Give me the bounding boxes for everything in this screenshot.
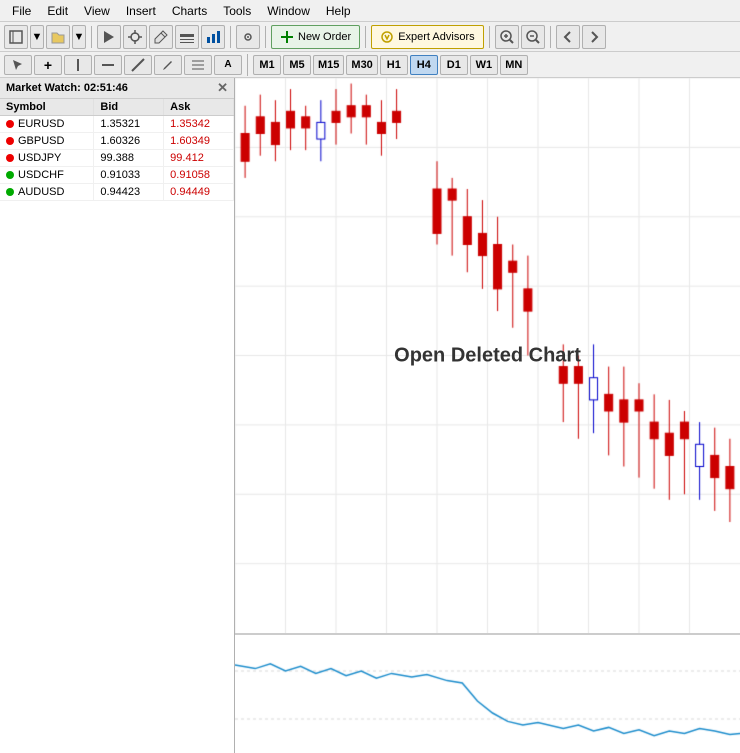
market-watch-row[interactable]: USDJPY 99.388 99.412 [0, 150, 234, 167]
sep4 [365, 26, 366, 48]
market-watch-header: Market Watch: 02:51:46 ✕ [0, 78, 234, 99]
ask-cell: 0.94449 [164, 184, 234, 201]
symbol-name: GBPUSD [18, 135, 64, 147]
fib-tool-button[interactable] [184, 55, 212, 75]
tf-m15-button[interactable]: M15 [313, 55, 344, 75]
tf-w1-button[interactable]: W1 [470, 55, 498, 75]
sep3 [265, 26, 266, 48]
bid-cell: 0.91033 [94, 167, 164, 184]
tf-d1-button[interactable]: D1 [440, 55, 468, 75]
symbol-cell: AUDUSD [0, 184, 94, 201]
chart-area[interactable]: Open Deleted Chart [235, 78, 740, 753]
main-area: Market Watch: 02:51:46 ✕ Symbol Bid Ask … [0, 78, 740, 753]
tf-mn-button[interactable]: MN [500, 55, 528, 75]
menu-help[interactable]: Help [318, 2, 359, 20]
symbol-name: USDJPY [18, 152, 61, 164]
main-chart-canvas[interactable] [235, 78, 740, 633]
expert-advisors-button[interactable]: Expert Advisors [371, 25, 483, 49]
ask-cell: 1.35342 [164, 116, 234, 133]
cursor-tool-button[interactable] [4, 55, 32, 75]
expert-label: Expert Advisors [398, 31, 474, 43]
tf-h1-button[interactable]: H1 [380, 55, 408, 75]
bid-cell: 1.60326 [94, 133, 164, 150]
pencil-button[interactable] [149, 25, 173, 49]
zoom-out-chart-button[interactable] [521, 25, 545, 49]
bid-cell: 0.94423 [94, 184, 164, 201]
market-watch-panel: Market Watch: 02:51:46 ✕ Symbol Bid Ask … [0, 78, 235, 753]
tf-m1-button[interactable]: M1 [253, 55, 281, 75]
ask-cell: 1.60349 [164, 133, 234, 150]
symbol-header: Symbol [0, 99, 94, 116]
bid-cell: 99.388 [94, 150, 164, 167]
new-chart-button[interactable] [4, 25, 28, 49]
chart-type-button[interactable] [201, 25, 225, 49]
market-watch-title: Market Watch: 02:51:46 [6, 82, 128, 94]
trendline-tool-button[interactable] [124, 55, 152, 75]
menu-file[interactable]: File [4, 2, 39, 20]
market-watch-row[interactable]: AUDUSD 0.94423 0.94449 [0, 184, 234, 201]
bid-header: Bid [94, 99, 164, 116]
market-watch-row[interactable]: USDCHF 0.91033 0.91058 [0, 167, 234, 184]
menu-tools[interactable]: Tools [215, 2, 259, 20]
chart-sub-indicator[interactable] [235, 633, 740, 753]
chart-main[interactable]: Open Deleted Chart [235, 78, 740, 633]
plus-tool-button[interactable]: + [34, 55, 62, 75]
tf-h4-button[interactable]: H4 [410, 55, 438, 75]
menu-view[interactable]: View [76, 2, 118, 20]
tf-m5-button[interactable]: M5 [283, 55, 311, 75]
sep-tf [247, 54, 248, 76]
symbol-indicator [6, 171, 14, 179]
sep1 [91, 26, 92, 48]
symbol-cell: EURUSD [0, 116, 94, 133]
menu-charts[interactable]: Charts [164, 2, 215, 20]
symbol-name: EURUSD [18, 118, 64, 130]
tf-m30-button[interactable]: M30 [346, 55, 377, 75]
crosshair-button[interactable] [123, 25, 147, 49]
horizontal-line-tool-button[interactable] [94, 55, 122, 75]
ask-cell: 99.412 [164, 150, 234, 167]
symbol-name: AUDUSD [18, 186, 64, 198]
new-order-button[interactable]: New Order [271, 25, 360, 49]
new-order-label: New Order [298, 31, 351, 43]
menu-bar: File Edit View Insert Charts Tools Windo… [0, 0, 740, 22]
zoom-in-chart-button[interactable] [495, 25, 519, 49]
sep5 [489, 26, 490, 48]
arrow-tool-button[interactable] [97, 25, 121, 49]
symbol-cell: USDCHF [0, 167, 94, 184]
ask-header: Ask [164, 99, 234, 116]
properties-button[interactable] [236, 25, 260, 49]
toolbar-drawing: + A M1 M5 M15 M30 H1 H4 D1 W1 MN [0, 52, 740, 78]
ask-cell: 0.91058 [164, 167, 234, 184]
pencil-draw-button[interactable] [154, 55, 182, 75]
open-button[interactable] [46, 25, 70, 49]
text-tool-button[interactable]: A [214, 55, 242, 75]
market-watch-close-button[interactable]: ✕ [217, 80, 228, 96]
menu-edit[interactable]: Edit [39, 2, 76, 20]
market-watch-row[interactable]: GBPUSD 1.60326 1.60349 [0, 133, 234, 150]
sep2 [230, 26, 231, 48]
market-watch-table: Symbol Bid Ask EURUSD 1.35321 1.35342 GB… [0, 99, 234, 201]
scroll-right-button[interactable] [582, 25, 606, 49]
bid-cell: 1.35321 [94, 116, 164, 133]
sub-chart-canvas[interactable] [235, 635, 740, 753]
symbol-indicator [6, 137, 14, 145]
market-watch-row[interactable]: EURUSD 1.35321 1.35342 [0, 116, 234, 133]
menu-insert[interactable]: Insert [118, 2, 164, 20]
symbol-indicator [6, 188, 14, 196]
symbol-indicator [6, 154, 14, 162]
vertical-line-tool-button[interactable] [64, 55, 92, 75]
toolbar-main: ▼ ▼ New Order Expert Advisors [0, 22, 740, 52]
symbol-name: USDCHF [18, 169, 64, 181]
symbol-cell: GBPUSD [0, 133, 94, 150]
dropdown-new-chart-button[interactable]: ▼ [30, 25, 44, 49]
menu-window[interactable]: Window [259, 2, 318, 20]
scroll-left-button[interactable] [556, 25, 580, 49]
sep6 [550, 26, 551, 48]
symbol-cell: USDJPY [0, 150, 94, 167]
symbol-indicator [6, 120, 14, 128]
zoom-in-button[interactable] [175, 25, 199, 49]
dropdown-open-button[interactable]: ▼ [72, 25, 86, 49]
